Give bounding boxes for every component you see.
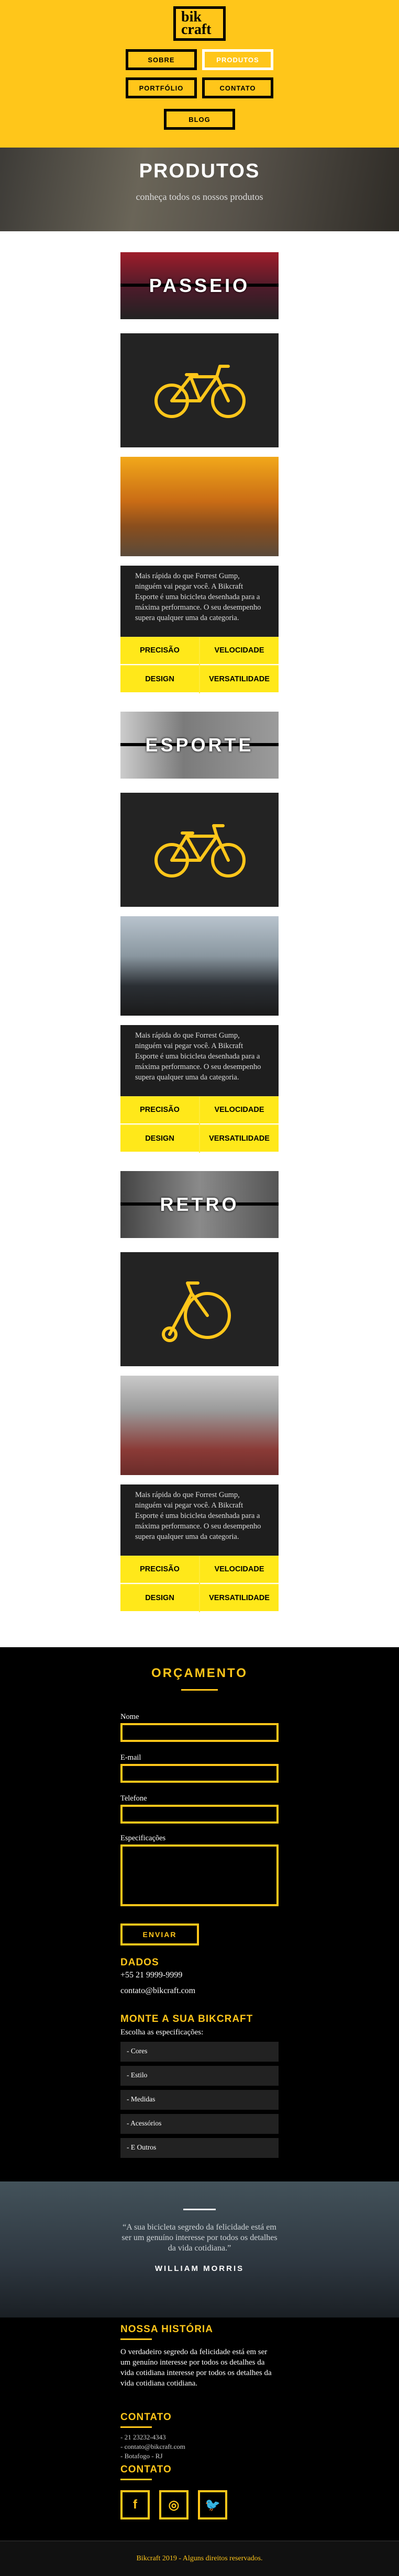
option-item[interactable]: - Cores xyxy=(120,2042,279,2062)
site-footer: NOSSA HISTÓRIA O verdadeiro segredo da f… xyxy=(0,2318,399,2540)
social-title: CONTATO xyxy=(120,2464,172,2475)
history-text: O verdadeiro segredo da felicidade está … xyxy=(120,2348,272,2388)
budget-title: ORÇAMENTO xyxy=(151,1666,248,1680)
product-title-card[interactable]: PASSEIO xyxy=(120,252,279,319)
feature-versatilidade: VERSATILIDADE xyxy=(200,666,279,693)
bikcraft-logo[interactable]: bik craft xyxy=(173,6,226,41)
passeio-bike-icon xyxy=(120,333,279,447)
label-especificacoes: Especificações xyxy=(120,1834,166,1842)
contact-lines: - 21 23232-4343 - contato@bikcraft.com -… xyxy=(120,2433,185,2460)
product-retro: RETRO Mais rápida do que Forrest Gump, n… xyxy=(0,1171,399,1630)
twitter-icon[interactable]: 🐦 xyxy=(198,2490,227,2519)
feature-precisao: PRECISÃO xyxy=(120,1556,199,1584)
contact-title: CONTATO xyxy=(120,2412,172,2423)
title-underline xyxy=(181,1689,218,1691)
nav-produtos[interactable]: Produtos xyxy=(202,49,273,70)
phone-input[interactable] xyxy=(120,1805,279,1824)
contact-underline xyxy=(120,2426,152,2428)
copyright-text: Bikcraft 2019 - Alguns direitos reservad… xyxy=(136,2555,263,2562)
product-passeio: PASSEIO Mais rápida do que Forrest Gump,… xyxy=(0,252,399,712)
build-title: MONTE A SUA BIKCRAFT xyxy=(120,2013,253,2024)
option-item[interactable]: - Acessórios xyxy=(120,2114,279,2134)
product-features: PRECISÃO VELOCIDADE DESIGN VERSATILIDADE xyxy=(120,1096,279,1153)
banner-title: PRODUTOS xyxy=(139,160,260,182)
nav-portfolio[interactable]: Portfólio xyxy=(126,77,197,98)
feature-design: DESIGN xyxy=(120,1125,199,1153)
instagram-icon[interactable]: ◎ xyxy=(159,2490,189,2519)
quote-text: “A sua bicicleta segredo da felicidade e… xyxy=(121,2223,278,2253)
specs-textarea[interactable] xyxy=(120,1844,279,1906)
history-title: NOSSA HISTÓRIA xyxy=(120,2324,213,2335)
feature-velocidade: VELOCIDADE xyxy=(200,1556,279,1584)
option-item[interactable]: - E Outros xyxy=(120,2138,279,2158)
product-features: PRECISÃO VELOCIDADE DESIGN VERSATILIDADE xyxy=(120,637,279,693)
history-underline xyxy=(120,2338,152,2340)
budget-section: ORÇAMENTO Nome E-mail Telefone Especific… xyxy=(0,1647,399,2181)
product-description: Mais rápida do que Forrest Gump, ninguém… xyxy=(120,566,279,637)
email-input[interactable] xyxy=(120,1764,279,1783)
option-item[interactable]: - Medidas xyxy=(120,2090,279,2110)
label-telefone: Telefone xyxy=(120,1794,147,1803)
copyright-bar: Bikcraft 2019 - Alguns direitos reservad… xyxy=(0,2540,399,2576)
esporte-bike-icon xyxy=(120,793,279,907)
product-title-card[interactable]: ESPORTE xyxy=(120,712,279,779)
passeio-photo xyxy=(120,457,279,556)
facebook-icon[interactable]: f xyxy=(120,2490,150,2519)
site-header: bik craft Sobre Produtos Portfólio Contat… xyxy=(0,0,399,148)
product-description: Mais rápida do que Forrest Gump, ninguém… xyxy=(120,1025,279,1096)
retro-photo xyxy=(120,1376,279,1475)
product-title-card[interactable]: RETRO xyxy=(120,1171,279,1238)
build-label: Escolha as especificações: xyxy=(120,2028,204,2037)
label-nome: Nome xyxy=(120,1713,139,1721)
products-banner: PRODUTOS conheça todos os nossos produto… xyxy=(0,148,399,231)
product-features: PRECISÃO VELOCIDADE DESIGN VERSATILIDADE xyxy=(120,1556,279,1612)
product-description: Mais rápida do que Forrest Gump, ninguém… xyxy=(120,1484,279,1556)
nav-blog[interactable]: Blog xyxy=(164,109,235,130)
feature-velocidade: VELOCIDADE xyxy=(200,1097,279,1124)
quote-section: “A sua bicicleta segredo da felicidade e… xyxy=(0,2181,399,2318)
label-email: E-mail xyxy=(120,1753,141,1762)
feature-design: DESIGN xyxy=(120,1584,199,1612)
contact-email: contato@bikcraft.com xyxy=(120,1986,196,1995)
retro-bike-icon xyxy=(120,1252,279,1366)
feature-versatilidade: VERSATILIDADE xyxy=(200,1584,279,1612)
contact-phone: +55 21 9999-9999 xyxy=(120,1971,183,1979)
quote-divider xyxy=(183,2209,216,2210)
feature-precisao: PRECISÃO xyxy=(120,1097,199,1124)
option-item[interactable]: - Estilo xyxy=(120,2066,279,2086)
quote-author: WILLIAM MORRIS xyxy=(154,2264,245,2273)
feature-design: DESIGN xyxy=(120,666,199,693)
send-button[interactable]: ENVIAR xyxy=(120,1923,199,1945)
banner-subtitle: conheça todos os nossos produtos xyxy=(136,192,263,202)
esporte-photo xyxy=(120,916,279,1016)
feature-versatilidade: VERSATILIDADE xyxy=(200,1125,279,1153)
product-esporte: ESPORTE Mais rápida do que Forrest Gump,… xyxy=(0,712,399,1171)
data-title: DADOS xyxy=(120,1957,159,1968)
nav-contato[interactable]: Contato xyxy=(202,77,273,98)
feature-velocidade: VELOCIDADE xyxy=(200,637,279,665)
name-input[interactable] xyxy=(120,1723,279,1742)
social-underline xyxy=(120,2479,152,2480)
nav-sobre[interactable]: Sobre xyxy=(126,49,197,70)
feature-precisao: PRECISÃO xyxy=(120,637,199,665)
